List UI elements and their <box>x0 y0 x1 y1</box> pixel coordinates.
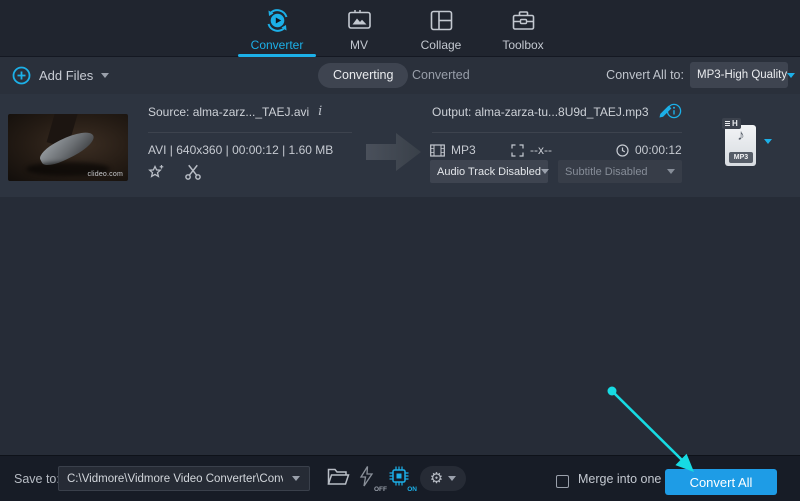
conversion-arrow-icon <box>366 131 422 173</box>
profile-chevron-down-icon[interactable] <box>764 139 772 144</box>
save-path-dropdown[interactable]: C:\Vidmore\Vidmore Video Converter\Conve… <box>58 466 310 491</box>
add-files-label: Add Files <box>39 68 93 83</box>
plus-circle-icon <box>12 66 31 85</box>
quality-badge-text: H <box>732 118 738 129</box>
output-resolution-group: --x-- <box>511 143 552 157</box>
file-row[interactable]: clideo.com Source: alma-zarz..._TAEJ.avi… <box>0 94 800 197</box>
convert-all-button[interactable]: Convert All <box>665 469 777 495</box>
add-files-button[interactable]: Add Files <box>12 57 109 94</box>
toolbox-icon <box>510 7 537 34</box>
quality-badge: H <box>722 118 741 129</box>
source-filename: Source: alma-zarz..._TAEJ.avi <box>148 105 309 119</box>
acceleration-state-label: ON <box>407 486 417 493</box>
tab-collage-label: Collage <box>421 38 462 52</box>
bottom-bar: Save to: C:\Vidmore\Vidmore Video Conver… <box>0 455 800 501</box>
output-profile-icon[interactable]: MP3 H <box>722 118 760 168</box>
gear-icon <box>430 471 443 486</box>
merge-checkbox[interactable] <box>556 475 569 488</box>
tab-mv-label: MV <box>350 38 368 52</box>
subtitle-value: Subtitle Disabled <box>565 166 648 178</box>
divider <box>432 132 682 133</box>
output-format-dropdown[interactable]: MP3-High Quality <box>690 62 788 88</box>
list-lines-icon <box>725 121 730 126</box>
chevron-down-icon[interactable] <box>101 73 109 78</box>
output-resolution-text: --x-- <box>530 143 552 157</box>
lightning-state-label: OFF <box>374 486 387 493</box>
output-duration-group: 00:00:12 <box>616 143 682 157</box>
settings-button[interactable] <box>420 466 466 491</box>
save-to-label: Save to: <box>14 456 60 501</box>
tab-converting[interactable]: Converting <box>318 63 408 88</box>
convert-all-to-label: Convert All to: <box>606 57 684 94</box>
save-path-value: C:\Vidmore\Vidmore Video Converter\Conve… <box>59 473 283 485</box>
open-folder-button[interactable] <box>326 465 352 493</box>
source-info-icon[interactable]: i <box>318 104 322 119</box>
audio-track-dropdown[interactable]: Audio Track Disabled <box>430 160 548 183</box>
tab-converted[interactable]: Converted <box>412 57 470 94</box>
resolution-icon <box>511 144 524 157</box>
lightning-icon <box>358 465 375 488</box>
source-line: Source: alma-zarz..._TAEJ.avi i <box>148 104 322 119</box>
folder-icon <box>326 465 350 489</box>
edit-effects-icon[interactable] <box>146 163 166 183</box>
divider <box>148 132 352 133</box>
output-filename: Output: alma-zarza-tu...8U9d_TAEJ.mp3 <box>432 105 649 119</box>
tab-converter[interactable]: Converter <box>236 0 318 57</box>
source-meta: AVI | 640x360 | 00:00:12 | 1.60 MB <box>148 143 333 157</box>
converter-icon <box>264 7 291 34</box>
output-format-text: MP3 <box>451 143 476 157</box>
tab-mv[interactable]: MV <box>318 0 400 57</box>
audio-track-value: Audio Track Disabled <box>437 166 541 178</box>
video-thumbnail: clideo.com <box>8 114 128 181</box>
hardware-acceleration-button[interactable]: ON <box>388 465 414 493</box>
clock-icon <box>616 144 629 157</box>
music-note-icon <box>722 127 760 144</box>
collage-icon <box>428 7 455 34</box>
file-list-empty-area <box>0 197 800 455</box>
chevron-down-icon[interactable] <box>283 476 309 481</box>
tab-toolbox-label: Toolbox <box>502 38 543 52</box>
output-info-icon[interactable] <box>666 103 682 119</box>
auto-shutdown-button[interactable]: OFF <box>358 465 384 493</box>
toolbar: Add Files Converting Converted Convert A… <box>0 57 800 94</box>
cut-icon[interactable] <box>184 163 202 181</box>
file-format-chip: MP3 <box>729 152 753 163</box>
top-navbar: Converter MV Collage <box>0 0 800 57</box>
mv-icon <box>346 7 373 34</box>
chevron-down-icon <box>541 169 549 174</box>
output-duration-text: 00:00:12 <box>635 143 682 157</box>
film-icon <box>430 144 445 157</box>
chevron-down-icon <box>667 169 675 174</box>
app-window: Converter MV Collage <box>0 0 800 501</box>
output-format-group: MP3 <box>430 143 476 157</box>
tab-collage[interactable]: Collage <box>400 0 482 57</box>
subtitle-dropdown[interactable]: Subtitle Disabled <box>558 160 682 183</box>
chevron-down-icon <box>448 476 456 481</box>
tab-converter-label: Converter <box>251 38 304 52</box>
tab-toolbox[interactable]: Toolbox <box>482 0 564 57</box>
output-line: Output: alma-zarza-tu...8U9d_TAEJ.mp3 <box>432 104 673 119</box>
chip-icon <box>388 465 410 487</box>
watermark-text: clideo.com <box>88 171 123 178</box>
output-format-value: MP3-High Quality <box>697 69 787 81</box>
chevron-down-icon <box>787 73 795 78</box>
